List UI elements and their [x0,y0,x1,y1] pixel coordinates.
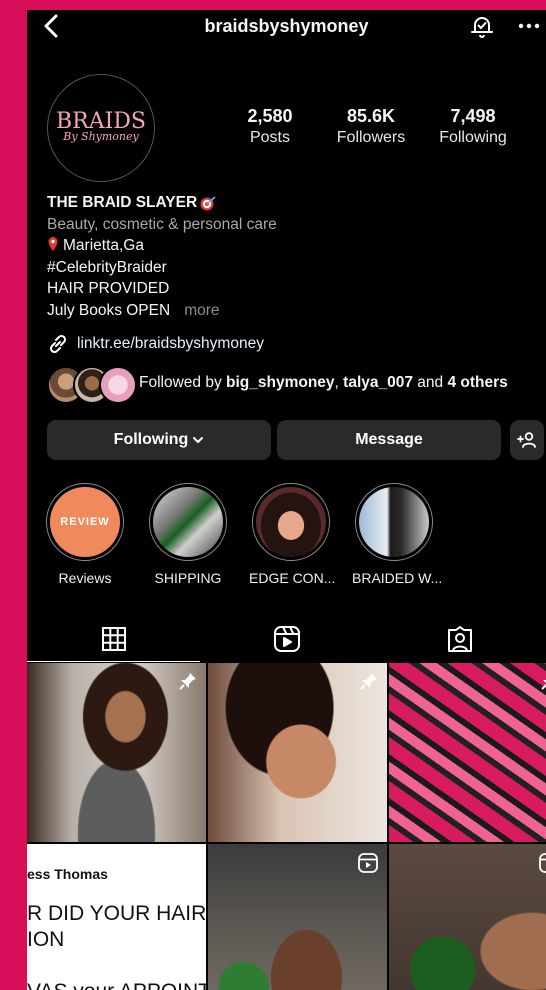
reel-indicator-icon [539,853,546,873]
profile-category: Beauty, cosmetic & personal care [47,215,277,233]
add-person-icon [517,432,536,448]
pinned-post-icon [179,673,196,690]
profile-link[interactable]: linktr.ee/braidsbyshymoney [47,333,264,355]
bio-hashtag-line[interactable]: #CelebrityBraider [47,257,537,279]
highlight-label: Reviews [58,570,112,586]
following-label: Following [439,129,507,146]
bio-line-3: HAIR PROVIDED [47,280,170,297]
grid-post-3[interactable] [389,663,546,842]
profile-tabs [27,616,546,662]
grid-post-5[interactable] [208,844,387,990]
profile-bio: THE BRAID SLAYER Beauty, cosmetic & pers… [47,192,537,321]
highlight-ring [355,483,433,561]
followed-by-user-1[interactable]: big_shymoney [226,374,335,391]
reel-indicator-icon [358,853,378,873]
profile-link-text: linktr.ee/braidsbyshymoney [77,335,264,352]
mutual-followers-avatars [47,364,137,404]
posts-stat[interactable]: 2,580 Posts [225,106,315,147]
grid-post-4[interactable]: ess Thomas R DID YOUR HAIR , ION VAS you… [27,844,206,990]
posts-label: Posts [249,129,290,146]
dart-emoji-icon [200,196,216,211]
bio-location-text: Marietta,Ga [63,237,144,254]
tab-posts-grid[interactable] [27,616,200,662]
highlight-cover: REVIEW [50,487,120,557]
highlight-label: SHIPPING [154,570,222,586]
highlight-ring [252,483,330,561]
highlight-braided-wigs[interactable]: BRAIDED W... [352,483,443,586]
following-button-label: Following [113,431,189,448]
top-bar: braidsbyshymoney [27,10,546,42]
following-button[interactable]: Following [47,420,271,460]
text-post-line-3: VAS your APPOINTM [27,980,206,990]
followed-by-prefix: Followed by [139,374,227,391]
link-chain-icon [49,334,67,354]
reels-icon [273,626,300,652]
followed-by-user-2[interactable]: talya_007 [343,374,413,391]
followed-by-text: Followed by big_shymoney, talya_007 and … [139,374,508,392]
notification-bell-icon[interactable] [469,13,495,39]
chevron-down-icon [193,437,204,443]
profile-name-row: THE BRAID SLAYER [47,192,217,214]
more-options-icon[interactable] [516,13,542,39]
bio-line-location: Marietta,Ga [47,235,537,257]
followers-label: Followers [336,129,406,146]
bio-more-link[interactable]: more [184,302,219,319]
grid-icon [101,626,126,651]
highlight-edge-control[interactable]: EDGE CON... [249,483,336,586]
text-post-line-2: ION [27,928,65,951]
pinned-post-icon [360,673,377,690]
pinned-post-icon [541,680,546,690]
avatar-logo-subtext: By Shymoney [63,130,139,143]
highlight-label: BRAIDED W... [352,570,443,586]
highlight-cover [359,487,429,557]
phone-screen: braidsbyshymoney BRAIDS By Shymoney 2,58… [27,10,546,990]
message-button[interactable]: Message [277,420,501,460]
highlight-label: EDGE CON... [249,570,336,586]
following-stat[interactable]: 7,498 Following [427,106,519,147]
profile-name: THE BRAID SLAYER [47,194,198,211]
highlight-reviews[interactable]: REVIEW Reviews [43,483,127,586]
bio-line-4: July Books OPEN more [47,300,537,322]
highlight-ring: REVIEW [46,483,124,561]
highlight-cover [256,487,326,557]
bio-line-4-text: July Books OPEN [47,301,171,319]
text-post-line-1: R DID YOUR HAIR , [27,902,206,925]
followed-by-separator: , [334,374,344,391]
grid-post-1[interactable] [27,663,206,842]
following-count: 7,498 [450,106,496,126]
tab-reels[interactable] [200,616,373,662]
highlight-ring [149,483,227,561]
followers-count: 85.6K [346,106,396,126]
followed-by-row[interactable]: Followed by big_shymoney, talya_007 and … [47,364,508,404]
message-button-label: Message [355,431,423,448]
mutual-avatar-3 [99,366,137,404]
tagged-person-icon [447,626,472,652]
followed-by-others[interactable]: 4 others [447,374,507,391]
followers-stat[interactable]: 85.6K Followers [325,106,417,147]
highlight-shipping[interactable]: SHIPPING [146,483,230,586]
location-pin-icon [48,237,58,251]
highlight-cover [153,487,223,557]
grid-post-6[interactable] [389,844,546,990]
text-post-author: ess Thomas [27,866,108,882]
posts-count: 2,580 [247,106,293,126]
followed-by-and: and [412,374,448,391]
profile-avatar[interactable]: BRAIDS By Shymoney [47,74,155,182]
suggested-people-button[interactable] [510,420,544,460]
grid-post-2[interactable] [208,663,387,842]
tab-tagged[interactable] [373,616,546,662]
review-cover-text: REVIEW [60,516,110,528]
